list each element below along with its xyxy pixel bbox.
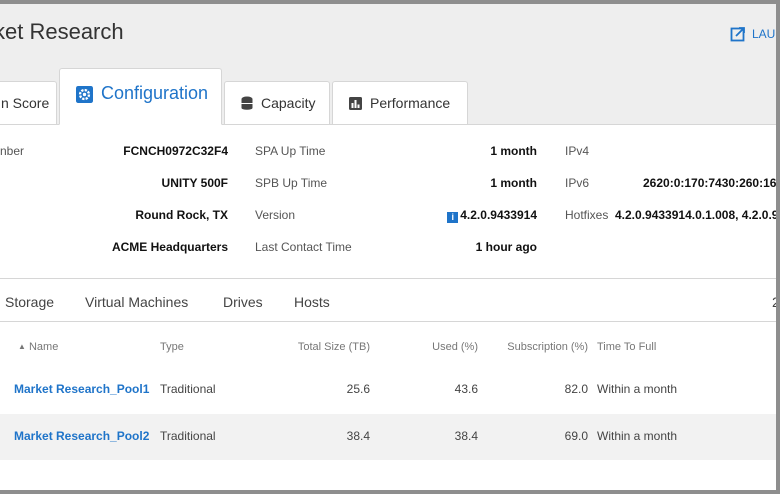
column-header-name[interactable]: ▲ Name (18, 341, 58, 353)
ipv6-label: IPv6 (565, 176, 590, 190)
spa-uptime-label: SPA Up Time (255, 144, 326, 158)
ipv6-value: 2620:0:170:7430:260:160 (643, 176, 780, 190)
pool-name-link[interactable]: Market Research_Pool2 (14, 429, 149, 443)
site-value: ACME Headquarters (111, 240, 228, 254)
external-link-icon (730, 27, 745, 42)
version-value-wrap: i 4.2.0.9433914 (400, 208, 537, 223)
location-value: Round Rock, TX (135, 208, 228, 222)
pool-used: 43.6 (454, 382, 478, 396)
column-header-subscription[interactable]: Subscription (%) (500, 341, 588, 353)
model-value: UNITY 500F (161, 176, 228, 190)
version-label: Version (255, 208, 296, 222)
gear-icon (76, 86, 93, 103)
pool-time-to-full: Within a month (597, 429, 678, 443)
table-row[interactable]: Market Research_Pool2 Traditional 38.4 3… (0, 414, 776, 460)
system-summary: nber FCNCH0972C32F4 UNITY 500F Round Roc… (0, 124, 776, 282)
column-header-total-size[interactable]: Total Size (TB) (280, 341, 370, 353)
serial-number-label: nber (0, 144, 25, 158)
last-contact-value: 1 hour ago (475, 240, 537, 254)
subtab-drives[interactable]: Drives (223, 294, 263, 310)
tab-label: Configuration (101, 83, 209, 103)
pool-total-size: 25.6 (346, 382, 370, 396)
tab-configuration[interactable]: Configuration (59, 68, 222, 125)
table-row[interactable]: Market Research_Pool1 Traditional 25.6 4… (0, 368, 776, 414)
spb-uptime-value: 1 month (490, 176, 537, 190)
pool-total-size: 38.4 (346, 429, 370, 443)
column-header-time-to-full[interactable]: Time To Full (597, 341, 656, 353)
bar-chart-icon (349, 96, 362, 110)
tab-score[interactable]: n Score (0, 81, 57, 124)
serial-number-value: FCNCH0972C32F4 (123, 144, 228, 158)
database-icon (241, 96, 253, 110)
subtab-virtual-machines[interactable]: Virtual Machines (85, 294, 188, 310)
page-title: ket Research (0, 19, 124, 44)
tab-label: Performance (370, 95, 451, 111)
window-frame: ket Research LAUN n Score Configuration (0, 4, 780, 490)
version-value: 4.2.0.9433914 (460, 208, 537, 222)
spb-uptime-label: SPB Up Time (255, 176, 328, 190)
pool-subscription: 82.0 (564, 382, 588, 396)
pool-time-to-full: Within a month (597, 382, 678, 396)
pool-type: Traditional (160, 382, 216, 396)
launch-label: LAUN (752, 27, 776, 41)
pool-name-link[interactable]: Market Research_Pool1 (14, 382, 149, 396)
subtab-hosts[interactable]: Hosts (294, 294, 330, 310)
page-header: ket Research LAUN n Score Configuration (0, 4, 776, 125)
pool-subscription: 69.0 (564, 429, 588, 443)
divider (0, 278, 776, 279)
subtab-storage[interactable]: Storage (5, 294, 54, 310)
sort-ascending-icon: ▲ (18, 342, 26, 351)
tab-label: Capacity (261, 95, 316, 111)
divider (0, 321, 776, 322)
pool-type: Traditional (160, 429, 216, 443)
tab-performance[interactable]: Performance (332, 81, 468, 124)
column-header-used[interactable]: Used (%) (400, 341, 478, 353)
spa-uptime-value: 1 month (490, 144, 537, 158)
ipv4-label: IPv4 (565, 144, 590, 158)
hotfixes-label: Hotfixes (565, 208, 609, 222)
launch-button[interactable]: LAUN (730, 26, 776, 42)
tab-label: n Score (1, 95, 50, 111)
column-header-type[interactable]: Type (160, 341, 184, 353)
hotfixes-value: 4.2.0.9433914.0.1.008, 4.2.0.9 (615, 208, 779, 222)
info-icon[interactable]: i (447, 212, 459, 223)
pool-used: 38.4 (454, 429, 478, 443)
tab-capacity[interactable]: Capacity (224, 81, 330, 124)
last-contact-label: Last Contact Time (255, 240, 352, 254)
subtab-count: 2 (772, 294, 780, 310)
